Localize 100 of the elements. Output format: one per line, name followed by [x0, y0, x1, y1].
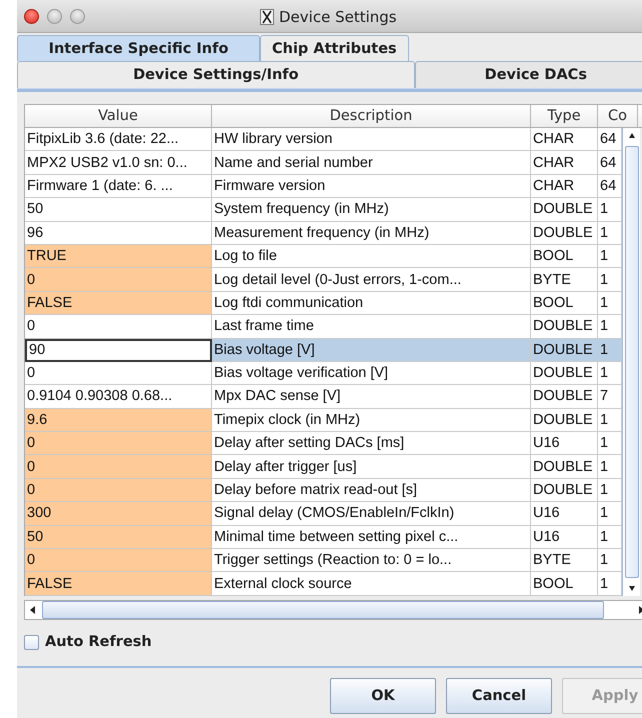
table-cell: Log detail level (0-Just errors, 1-com... [212, 268, 531, 292]
zoom-button[interactable] [70, 8, 85, 24]
table-cell: 1 [598, 478, 622, 502]
dialog-button[interactable]: Cancel [446, 678, 552, 714]
table-cell: Delay before matrix read-out [s] [212, 478, 531, 502]
table-cell: Signal delay (CMOS/EnableIn/FclkIn) [212, 502, 531, 526]
table-cell: DOUBLE [531, 222, 598, 245]
table-cell: CHAR [531, 174, 598, 198]
table-cell: 1 [598, 432, 622, 456]
table-cell: U16 [531, 526, 598, 550]
checkbox-label[interactable]: Auto Refresh [45, 634, 152, 650]
table-cell: Measurement frequency (in MHz) [212, 222, 531, 245]
table-cell: 0 [25, 362, 212, 386]
table-cell: DOUBLE [531, 362, 598, 386]
scroll-left-icon[interactable] [29, 605, 37, 615]
table-cell: 1 [598, 502, 622, 526]
table-cell: Delay after trigger [us] [212, 455, 531, 479]
column-header[interactable]: Type [531, 105, 598, 127]
table-cell: 1 [598, 526, 622, 550]
column-header[interactable]: Value [25, 105, 212, 127]
table-cell: Last frame time [212, 315, 531, 339]
table-cell: Name and serial number [212, 151, 531, 175]
table-cell: DOUBLE [531, 338, 598, 362]
table-cell: System frequency (in MHz) [212, 198, 531, 222]
vertical-scrollbar[interactable] [622, 128, 640, 596]
table-cell: Mpx DAC sense [V] [212, 385, 531, 409]
minimize-button[interactable] [47, 8, 62, 24]
table-cell: 0 [25, 478, 212, 502]
tab[interactable]: Chip Attributes [260, 35, 409, 61]
column-header[interactable]: Co [598, 105, 638, 127]
close-button[interactable] [24, 8, 39, 24]
tab[interactable]: Interface Specific Info [17, 35, 260, 61]
table-cell: 1 [598, 244, 622, 268]
scrollbar-thumb[interactable] [624, 146, 638, 578]
window-title: Device Settings [279, 8, 397, 26]
table-cell: 300 [25, 502, 212, 526]
table-cell: Log to file [212, 244, 531, 268]
table-cell: 1 [598, 338, 622, 362]
table-cell: CHAR [531, 128, 598, 152]
table-cell: 0 [25, 549, 212, 572]
table-cell: 0 [25, 268, 212, 292]
table-cell: U16 [531, 432, 598, 456]
table-cell: Timepix clock (in MHz) [212, 408, 531, 432]
table-cell: DOUBLE [531, 408, 598, 432]
table-cell: MPX2 USB2 v1.0 sn: 0... [25, 151, 212, 175]
table-cell: Firmware 1 (date: 6. ... [25, 174, 212, 198]
table-cell: 50 [25, 526, 212, 550]
table-cell: 1 [598, 408, 622, 432]
table-cell: BYTE [531, 549, 598, 572]
table-cell: BOOL [531, 244, 598, 268]
scroll-up-icon[interactable] [628, 132, 636, 140]
x-window-icon [260, 9, 274, 25]
table-cell: 0.9104 0.90308 0.68... [25, 385, 212, 409]
table-cell: 1 [598, 362, 622, 386]
table-cell: DOUBLE [531, 198, 598, 222]
table-cell: 64 [598, 151, 622, 175]
tab[interactable]: Device Settings/Info [17, 61, 415, 88]
table-cell: 64 [598, 174, 622, 198]
table-cell: 1 [598, 549, 622, 572]
table-cell: TRUE [25, 244, 212, 268]
tab[interactable]: Device DACs [414, 61, 642, 88]
table-cell: 1 [598, 222, 622, 245]
table-cell: FALSE [25, 292, 212, 316]
scrollbar-thumb[interactable] [42, 601, 604, 619]
table-cell: Firmware version [212, 174, 531, 198]
horizontal-scrollbar[interactable] [24, 600, 642, 620]
table-cell: Delay after setting DACs [ms] [212, 432, 531, 456]
table-cell: DOUBLE [531, 455, 598, 479]
column-header[interactable]: Description [212, 105, 531, 127]
table-cell: 9.6 [25, 408, 212, 432]
dialog-button[interactable]: OK [330, 678, 436, 714]
table-cell: 1 [598, 292, 622, 316]
table-cell: 0 [25, 455, 212, 479]
table-cell: BOOL [531, 292, 598, 316]
table-cell: 0 [25, 432, 212, 456]
table-cell: Minimal time between setting pixel c... [212, 526, 531, 550]
table-cell: HW library version [212, 128, 531, 152]
table-cell: DOUBLE [531, 478, 598, 502]
table-cell: 1 [598, 572, 622, 596]
table-cell: External clock source [212, 572, 531, 596]
table-cell: 64 [598, 128, 622, 152]
checkbox[interactable] [24, 634, 39, 650]
table-cell: 1 [598, 455, 622, 479]
table-cell: FALSE [25, 572, 212, 596]
table-cell: 0 [25, 315, 212, 339]
table-cell: DOUBLE [531, 315, 598, 339]
table-cell: Trigger settings (Reaction to: 0 = lo... [212, 549, 531, 572]
table-cell: BOOL [531, 572, 598, 596]
table-cell: Log ftdi communication [212, 292, 531, 316]
table-cell: BYTE [531, 268, 598, 292]
table-cell: 90 [25, 338, 212, 362]
table-cell: 7 [598, 385, 622, 409]
table-cell: U16 [531, 502, 598, 526]
table-cell: 1 [598, 198, 622, 222]
table-cell: 96 [25, 222, 212, 245]
table-cell: Bias voltage [V] [212, 338, 531, 362]
scroll-down-icon[interactable] [628, 584, 636, 592]
table-cell: CHAR [531, 151, 598, 175]
table-cell: DOUBLE [531, 385, 598, 409]
table-cell: FitpixLib 3.6 (date: 22... [25, 128, 212, 152]
